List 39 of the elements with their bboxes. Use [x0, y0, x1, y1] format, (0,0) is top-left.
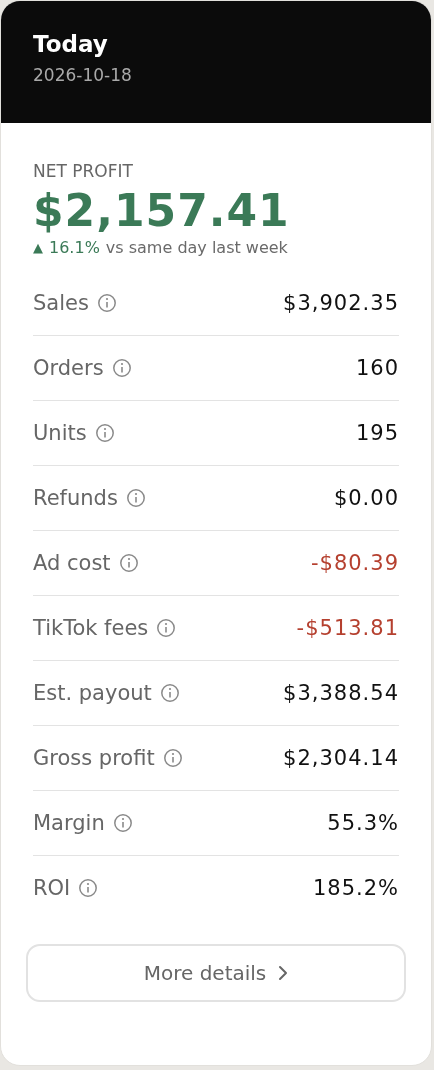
more-details-button[interactable]: More details	[26, 944, 406, 1002]
metric-label: Ad cost	[33, 551, 111, 575]
metric-value: $3,388.54	[283, 681, 399, 705]
metric-value: $0.00	[333, 486, 399, 510]
metric-value: 55.3%	[327, 811, 399, 835]
change-caption: vs same day last week	[105, 238, 288, 257]
info-icon[interactable]	[111, 358, 132, 378]
metric-label: TikTok fees	[33, 616, 149, 640]
info-icon[interactable]	[125, 488, 146, 508]
metric-value: 185.2%	[312, 876, 399, 900]
metric-label: Margin	[33, 811, 105, 835]
metric-value: $2,304.14	[283, 746, 399, 770]
chevron-right-icon	[278, 965, 289, 981]
metric-label: Orders	[33, 356, 104, 380]
info-icon[interactable]	[156, 618, 177, 638]
info-icon[interactable]	[94, 423, 115, 443]
metric-label: Refunds	[33, 486, 118, 510]
net-profit-value: $2,157.41	[33, 185, 290, 236]
date-text: 2026-10-18	[33, 65, 132, 85]
metric-value: -$80.39	[310, 551, 399, 575]
metric-value: 195	[355, 421, 399, 445]
trend-up-icon: ▲	[33, 240, 43, 255]
info-icon[interactable]	[112, 813, 133, 833]
metric-value: -$513.81	[296, 616, 399, 640]
metric-label: Est. payout	[33, 681, 152, 705]
summary-label: NET PROFIT	[33, 161, 133, 181]
metric-value: $3,902.35	[283, 291, 399, 315]
metric-value: 160	[355, 356, 399, 380]
card-title: Today	[33, 31, 108, 57]
change-percent: 16.1%	[49, 238, 100, 257]
info-icon[interactable]	[118, 553, 139, 573]
metric-label: ROI	[33, 876, 71, 900]
info-icon[interactable]	[96, 293, 117, 313]
metric-label: Units	[33, 421, 87, 445]
metric-label: Gross profit	[33, 746, 155, 770]
metric-label: Sales	[33, 291, 89, 315]
info-icon[interactable]	[162, 748, 183, 768]
info-icon[interactable]	[159, 683, 180, 703]
info-icon[interactable]	[78, 878, 99, 898]
